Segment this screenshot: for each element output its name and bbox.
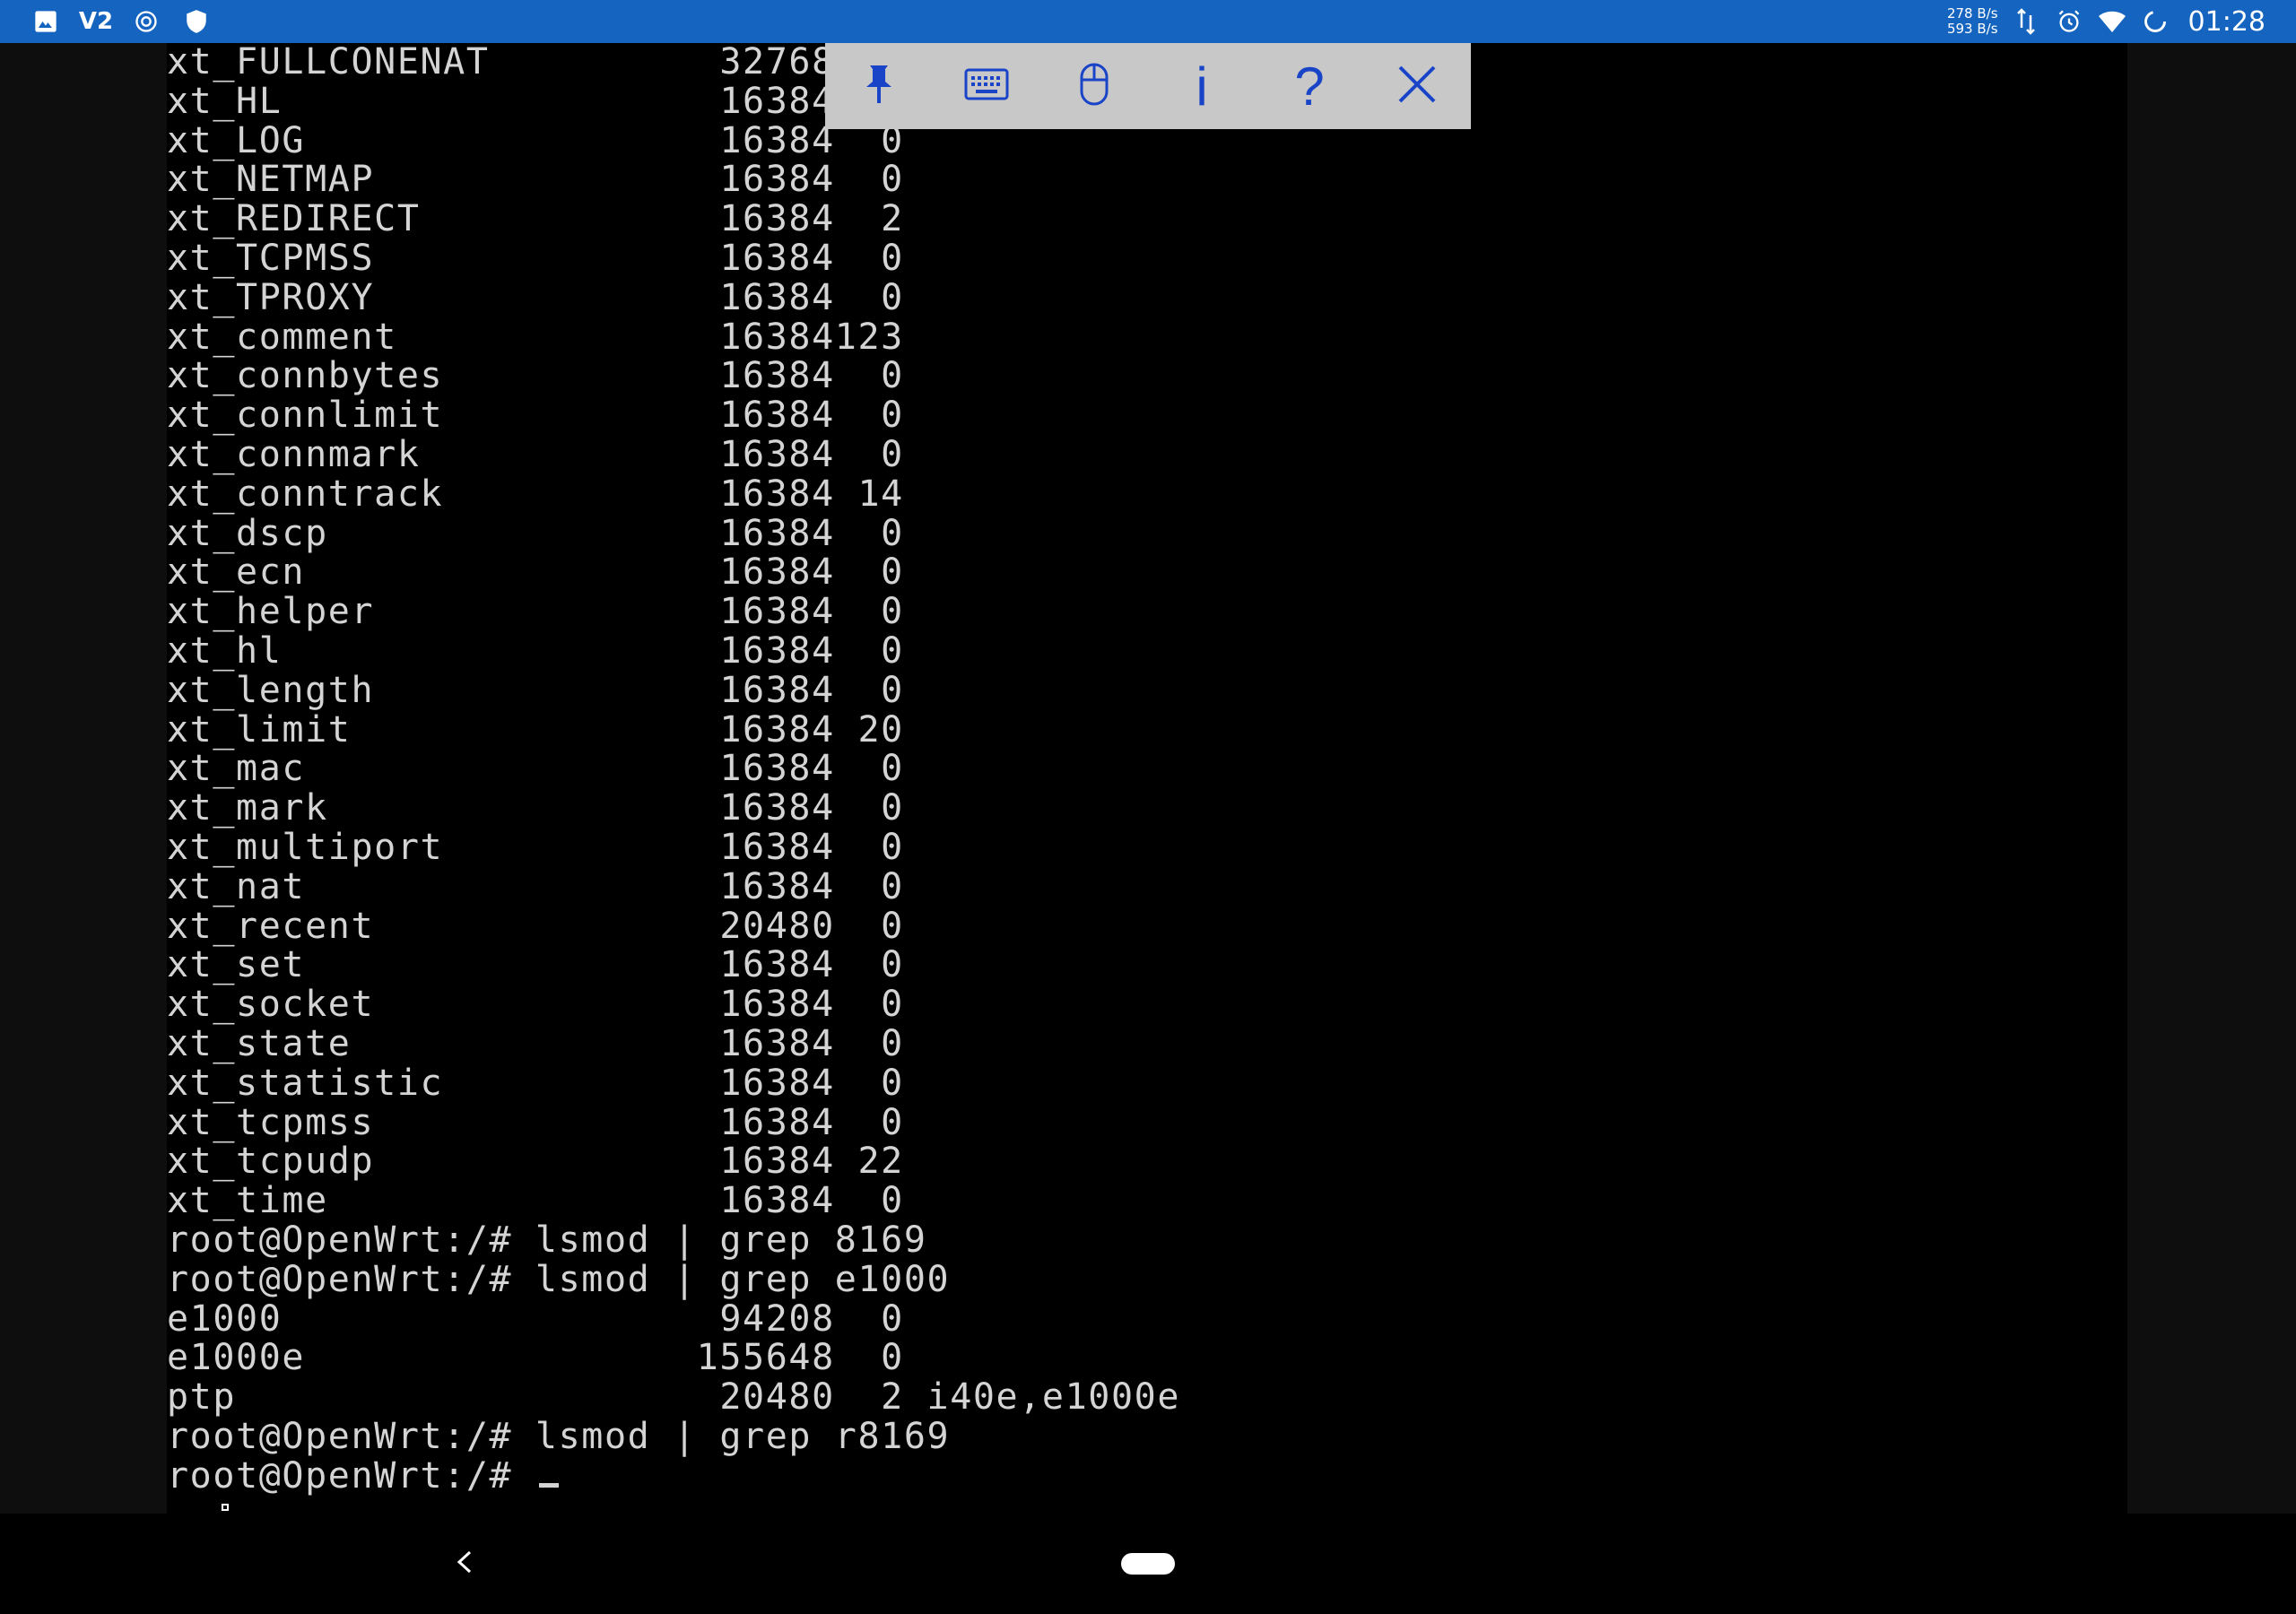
terminal-line: xt_dscp 16384 0 [167,512,904,554]
close-button[interactable] [1381,50,1453,122]
status-bar-left: V2 [30,0,212,43]
mouse-icon [1079,62,1109,110]
terminal-line: ptp 20480 2 i40e,e1000e [167,1376,1181,1419]
terminal-line: xt_statistic 16384 0 [167,1062,904,1104]
keyboard-button[interactable] [951,50,1022,122]
terminal-line: xt_limit 16384 20 [167,708,904,751]
terminal-line: xt_connmark 16384 0 [167,433,904,475]
pin-icon [861,62,897,110]
battery-saver-icon [2140,6,2170,37]
terminal-line: e1000e 155648 0 [167,1337,904,1379]
at-sign-icon [131,6,161,37]
terminal-line: xt_helper 16384 0 [167,591,904,633]
help-icon: ? [1294,56,1325,117]
shield-icon [181,6,212,37]
terminal-line: xt_REDIRECT 16384 2 [167,198,904,240]
alarm-icon [2054,6,2084,37]
back-button[interactable] [439,1539,490,1589]
terminal-line: xt_length 16384 0 [167,669,904,711]
keyboard-icon [964,68,1009,104]
network-speed: 278 B/s 593 B/s [1947,6,1998,37]
status-bar: V2 278 B/s 593 B/s 01:28 [0,0,2296,43]
terminal-line: root@OpenWrt:/# lsmod | grep r8169 [167,1415,951,1457]
terminal-line: xt_conntrack 16384 14 [167,473,904,515]
terminal-line: xt_ecn 16384 0 [167,551,904,594]
terminal-line: xt_hl 16384 0 [167,629,904,672]
viewer-left-margin [0,43,167,1514]
terminal-line: xt_mac 16384 0 [167,748,904,790]
data-transfer-icon [2011,6,2041,37]
terminal-line: root@OpenWrt:/# [167,1456,1180,1497]
terminal-line: xt_comment 16384123 [167,316,904,358]
terminal-line: xt_TPROXY 16384 0 [167,276,904,318]
upload-speed: 278 B/s [1946,5,1998,22]
terminal-line: xt_socket 16384 0 [167,984,904,1026]
terminal-line: xt_NETMAP 16384 0 [167,159,904,201]
terminal-line: root@OpenWrt:/# lsmod | grep 8169 [167,1219,927,1261]
info-button[interactable]: i [1166,50,1238,122]
clock: 01:28 [2187,5,2266,38]
remote-mouse-pointer [222,1504,229,1511]
viewer-toolbar: i ? [825,43,1471,129]
image-icon [30,6,61,37]
pin-button[interactable] [843,50,915,122]
terminal-line: e1000 94208 0 [167,1297,904,1340]
wifi-icon [2097,6,2127,37]
terminal-output: xt_FULLCONENAT 32768 2 xt_HL 16384 0 xt_LO… [167,42,1181,1497]
terminal-cursor [538,1482,559,1488]
viewer-right-margin [2127,43,2296,1514]
navigation-bar [0,1514,2296,1614]
home-pill-icon[interactable] [1121,1553,1175,1575]
terminal-line: xt_time 16384 0 [167,1180,904,1222]
terminal-line: xt_connbytes 16384 0 [167,355,904,397]
terminal-line: root@OpenWrt:/# lsmod | grep e1000 [167,1258,951,1300]
terminal-line: xt_multiport 16384 0 [167,826,904,868]
terminal-line: xt_tcpmss 16384 0 [167,1101,904,1143]
terminal-line: xt_TCPMSS 16384 0 [167,237,904,279]
terminal-line: xt_mark 16384 0 [167,787,904,829]
status-bar-right: 278 B/s 593 B/s 01:28 [1947,0,2266,43]
terminal-line: xt_set 16384 0 [167,944,904,986]
v2-app-icon: V2 [78,8,114,35]
terminal-line: xt_state 16384 0 [167,1022,904,1064]
terminal-line: xt_tcpudp 16384 22 [167,1141,904,1183]
help-button[interactable]: ? [1274,50,1345,122]
back-chevron-icon [454,1549,475,1579]
close-icon [1396,64,1438,108]
download-speed: 593 B/s [1946,21,1998,37]
terminal-screen[interactable]: xt_FULLCONENAT 32768 2 xt_HL 16384 0 xt_LO… [167,42,2127,1512]
terminal-line: xt_recent 20480 0 [167,905,904,947]
mouse-button[interactable] [1058,50,1130,122]
terminal-line: xt_nat 16384 0 [167,865,904,907]
terminal-line: xt_connlimit 16384 0 [167,395,904,437]
info-icon: i [1196,56,1208,117]
